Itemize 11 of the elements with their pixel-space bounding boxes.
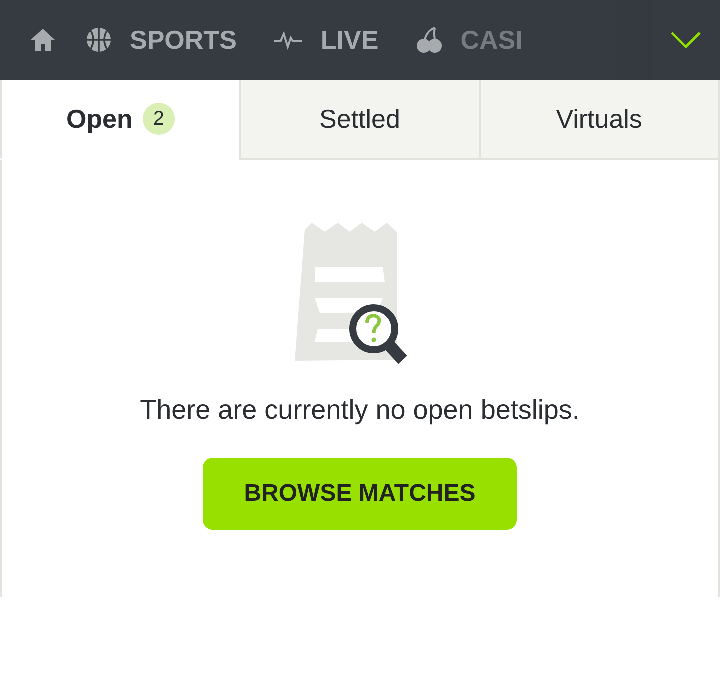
basketball-icon xyxy=(86,27,112,53)
nav-item[interactable]: SPORTS xyxy=(86,0,273,80)
tab[interactable]: Settled xyxy=(239,80,481,160)
pulse-icon xyxy=(272,30,303,50)
tab[interactable]: Virtuals xyxy=(478,80,720,160)
nav-item[interactable]: LIVE xyxy=(272,0,415,80)
home-icon xyxy=(30,28,56,52)
count-badge: 2 xyxy=(142,103,175,135)
cherries-icon xyxy=(414,26,443,54)
empty-message: There are currently no open betslips. xyxy=(140,395,580,426)
browse-matches-button[interactable]: BROWSE MATCHES xyxy=(203,458,517,530)
